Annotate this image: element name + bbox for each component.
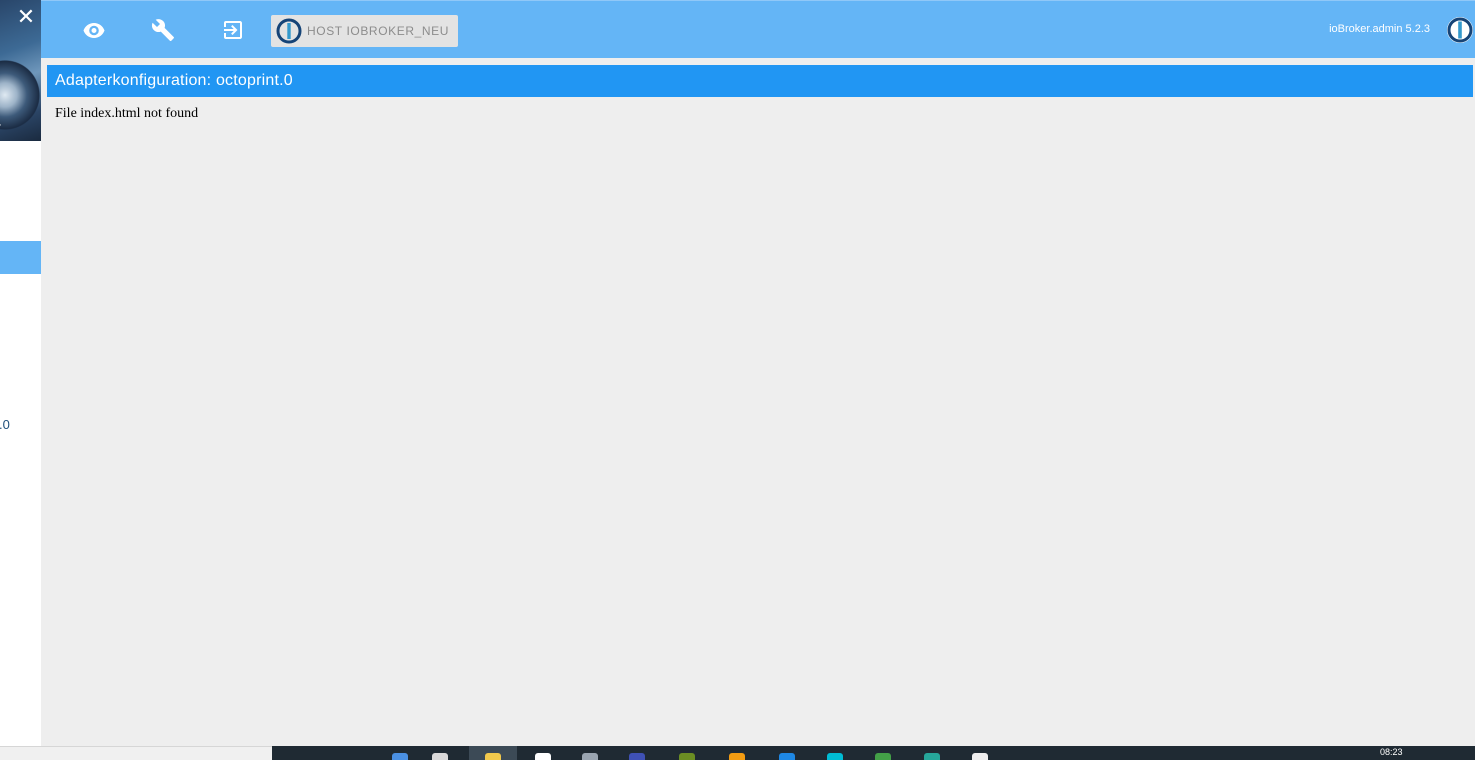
taskbar-app-icon[interactable] (485, 753, 501, 760)
os-taskbar: 08:23 (272, 746, 1475, 760)
taskbar-app-icon[interactable] (432, 753, 448, 760)
taskbar-app-icon[interactable] (779, 753, 795, 760)
bottom-strip (0, 746, 272, 760)
eye-icon[interactable] (82, 18, 106, 42)
drawer-active-item[interactable] (0, 241, 41, 274)
logout-icon[interactable] (221, 18, 245, 42)
app-window: ✕ r .0 HOST IOBROKER_NEU ioBroker.admin … (0, 0, 1475, 760)
drawer-header-text: r (0, 120, 1, 134)
taskbar-app-icon[interactable] (875, 753, 891, 760)
taskbar-app-icon[interactable] (535, 753, 551, 760)
error-message: File index.html not found (55, 106, 199, 121)
wrench-icon[interactable] (151, 18, 175, 42)
drawer-item-label[interactable]: .0 (0, 417, 10, 432)
iobroker-logo-icon[interactable] (1446, 16, 1474, 44)
main-content: Adapterkonfiguration: octoprint.0 File i… (41, 58, 1475, 746)
taskbar-app-icon[interactable] (972, 753, 988, 760)
side-drawer: ✕ r .0 (0, 0, 41, 746)
drawer-header-image: ✕ r (0, 0, 41, 141)
taskbar-app-icon[interactable] (729, 753, 745, 760)
top-toolbar: HOST IOBROKER_NEU ioBroker.admin 5.2.3 (41, 0, 1475, 58)
iobroker-logo-icon (276, 18, 302, 44)
taskbar-app-icon[interactable] (924, 753, 940, 760)
taskbar-app-icon[interactable] (392, 753, 408, 760)
taskbar-app-icon[interactable] (679, 753, 695, 760)
host-selector-button[interactable]: HOST IOBROKER_NEU (271, 15, 458, 47)
taskbar-clock[interactable]: 08:23 (1380, 747, 1403, 757)
host-label: HOST IOBROKER_NEU (307, 24, 450, 38)
close-drawer-button[interactable]: ✕ (15, 6, 37, 28)
page-title: Adapterkonfiguration: octoprint.0 (47, 65, 1473, 97)
taskbar-app-icon[interactable] (827, 753, 843, 760)
taskbar-app-icon[interactable] (582, 753, 598, 760)
admin-version: ioBroker.admin 5.2.3 (1329, 23, 1430, 35)
taskbar-app-icon[interactable] (629, 753, 645, 760)
